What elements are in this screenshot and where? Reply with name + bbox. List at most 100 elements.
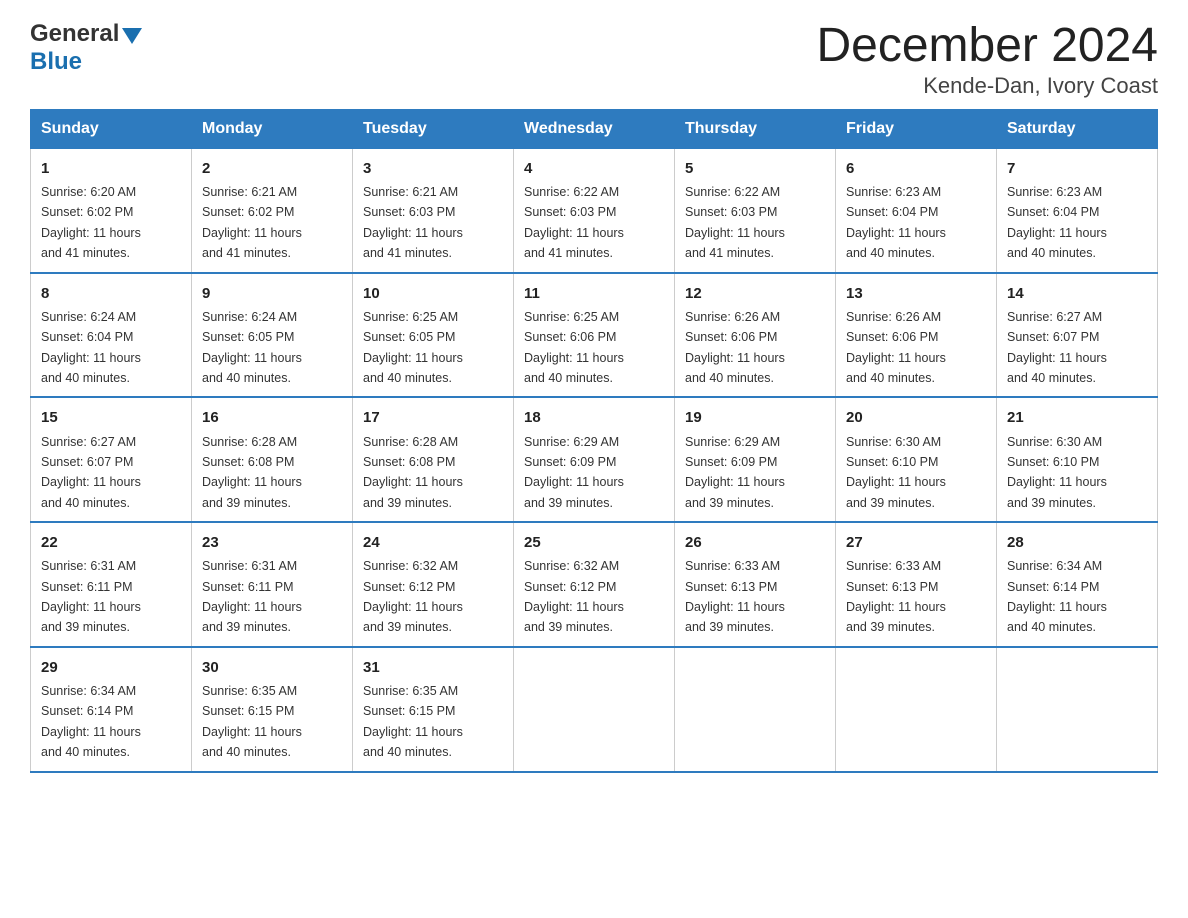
day-info: Sunrise: 6:24 AMSunset: 6:04 PMDaylight:… bbox=[41, 310, 141, 385]
calendar-cell: 13 Sunrise: 6:26 AMSunset: 6:06 PMDaylig… bbox=[836, 273, 997, 398]
day-number: 19 bbox=[685, 406, 825, 429]
day-info: Sunrise: 6:35 AMSunset: 6:15 PMDaylight:… bbox=[202, 684, 302, 759]
day-info: Sunrise: 6:34 AMSunset: 6:14 PMDaylight:… bbox=[1007, 559, 1107, 634]
calendar-cell: 9 Sunrise: 6:24 AMSunset: 6:05 PMDayligh… bbox=[192, 273, 353, 398]
day-number: 3 bbox=[363, 157, 503, 180]
calendar-cell: 1 Sunrise: 6:20 AMSunset: 6:02 PMDayligh… bbox=[31, 148, 192, 272]
calendar-week-row: 15 Sunrise: 6:27 AMSunset: 6:07 PMDaylig… bbox=[31, 397, 1158, 522]
day-number: 14 bbox=[1007, 282, 1147, 305]
day-info: Sunrise: 6:34 AMSunset: 6:14 PMDaylight:… bbox=[41, 684, 141, 759]
day-number: 12 bbox=[685, 282, 825, 305]
day-number: 15 bbox=[41, 406, 181, 429]
calendar-cell: 24 Sunrise: 6:32 AMSunset: 6:12 PMDaylig… bbox=[353, 522, 514, 647]
day-number: 11 bbox=[524, 282, 664, 305]
calendar-cell: 2 Sunrise: 6:21 AMSunset: 6:02 PMDayligh… bbox=[192, 148, 353, 272]
day-number: 18 bbox=[524, 406, 664, 429]
day-number: 5 bbox=[685, 157, 825, 180]
logo-blue-text: Blue bbox=[30, 48, 82, 75]
day-info: Sunrise: 6:32 AMSunset: 6:12 PMDaylight:… bbox=[363, 559, 463, 634]
calendar-cell: 27 Sunrise: 6:33 AMSunset: 6:13 PMDaylig… bbox=[836, 522, 997, 647]
calendar-cell: 3 Sunrise: 6:21 AMSunset: 6:03 PMDayligh… bbox=[353, 148, 514, 272]
day-number: 6 bbox=[846, 157, 986, 180]
day-number: 29 bbox=[41, 656, 181, 679]
day-number: 9 bbox=[202, 282, 342, 305]
day-info: Sunrise: 6:28 AMSunset: 6:08 PMDaylight:… bbox=[363, 435, 463, 510]
calendar-week-row: 29 Sunrise: 6:34 AMSunset: 6:14 PMDaylig… bbox=[31, 647, 1158, 772]
day-number: 30 bbox=[202, 656, 342, 679]
day-number: 2 bbox=[202, 157, 342, 180]
logo: General Blue bbox=[30, 20, 142, 76]
day-info: Sunrise: 6:27 AMSunset: 6:07 PMDaylight:… bbox=[1007, 310, 1107, 385]
page-subtitle: Kende-Dan, Ivory Coast bbox=[816, 73, 1158, 99]
calendar-table: SundayMondayTuesdayWednesdayThursdayFrid… bbox=[30, 109, 1158, 773]
day-info: Sunrise: 6:30 AMSunset: 6:10 PMDaylight:… bbox=[846, 435, 946, 510]
calendar-cell: 19 Sunrise: 6:29 AMSunset: 6:09 PMDaylig… bbox=[675, 397, 836, 522]
day-info: Sunrise: 6:26 AMSunset: 6:06 PMDaylight:… bbox=[685, 310, 785, 385]
calendar-week-row: 22 Sunrise: 6:31 AMSunset: 6:11 PMDaylig… bbox=[31, 522, 1158, 647]
calendar-cell: 8 Sunrise: 6:24 AMSunset: 6:04 PMDayligh… bbox=[31, 273, 192, 398]
day-info: Sunrise: 6:21 AMSunset: 6:02 PMDaylight:… bbox=[202, 185, 302, 260]
calendar-cell: 30 Sunrise: 6:35 AMSunset: 6:15 PMDaylig… bbox=[192, 647, 353, 772]
logo-general-text: General bbox=[30, 20, 119, 48]
day-info: Sunrise: 6:29 AMSunset: 6:09 PMDaylight:… bbox=[524, 435, 624, 510]
calendar-cell bbox=[514, 647, 675, 772]
calendar-cell: 18 Sunrise: 6:29 AMSunset: 6:09 PMDaylig… bbox=[514, 397, 675, 522]
calendar-cell: 26 Sunrise: 6:33 AMSunset: 6:13 PMDaylig… bbox=[675, 522, 836, 647]
calendar-cell: 12 Sunrise: 6:26 AMSunset: 6:06 PMDaylig… bbox=[675, 273, 836, 398]
calendar-cell: 25 Sunrise: 6:32 AMSunset: 6:12 PMDaylig… bbox=[514, 522, 675, 647]
calendar-cell bbox=[997, 647, 1158, 772]
day-info: Sunrise: 6:31 AMSunset: 6:11 PMDaylight:… bbox=[202, 559, 302, 634]
logo-triangle-icon bbox=[122, 28, 142, 44]
day-info: Sunrise: 6:33 AMSunset: 6:13 PMDaylight:… bbox=[846, 559, 946, 634]
day-number: 20 bbox=[846, 406, 986, 429]
calendar-cell: 17 Sunrise: 6:28 AMSunset: 6:08 PMDaylig… bbox=[353, 397, 514, 522]
day-info: Sunrise: 6:22 AMSunset: 6:03 PMDaylight:… bbox=[685, 185, 785, 260]
calendar-cell: 23 Sunrise: 6:31 AMSunset: 6:11 PMDaylig… bbox=[192, 522, 353, 647]
page-title: December 2024 bbox=[816, 20, 1158, 73]
calendar-cell: 21 Sunrise: 6:30 AMSunset: 6:10 PMDaylig… bbox=[997, 397, 1158, 522]
day-info: Sunrise: 6:33 AMSunset: 6:13 PMDaylight:… bbox=[685, 559, 785, 634]
page-header: General Blue December 2024 Kende-Dan, Iv… bbox=[30, 20, 1158, 99]
day-number: 31 bbox=[363, 656, 503, 679]
day-number: 17 bbox=[363, 406, 503, 429]
calendar-day-header-monday: Monday bbox=[192, 109, 353, 148]
title-block: December 2024 Kende-Dan, Ivory Coast bbox=[816, 20, 1158, 99]
day-number: 7 bbox=[1007, 157, 1147, 180]
day-info: Sunrise: 6:26 AMSunset: 6:06 PMDaylight:… bbox=[846, 310, 946, 385]
calendar-day-header-saturday: Saturday bbox=[997, 109, 1158, 148]
day-number: 26 bbox=[685, 531, 825, 554]
day-number: 10 bbox=[363, 282, 503, 305]
day-info: Sunrise: 6:35 AMSunset: 6:15 PMDaylight:… bbox=[363, 684, 463, 759]
day-number: 22 bbox=[41, 531, 181, 554]
day-number: 13 bbox=[846, 282, 986, 305]
day-info: Sunrise: 6:25 AMSunset: 6:05 PMDaylight:… bbox=[363, 310, 463, 385]
calendar-cell: 31 Sunrise: 6:35 AMSunset: 6:15 PMDaylig… bbox=[353, 647, 514, 772]
calendar-week-row: 1 Sunrise: 6:20 AMSunset: 6:02 PMDayligh… bbox=[31, 148, 1158, 272]
day-number: 28 bbox=[1007, 531, 1147, 554]
calendar-day-header-friday: Friday bbox=[836, 109, 997, 148]
calendar-cell: 10 Sunrise: 6:25 AMSunset: 6:05 PMDaylig… bbox=[353, 273, 514, 398]
calendar-cell: 28 Sunrise: 6:34 AMSunset: 6:14 PMDaylig… bbox=[997, 522, 1158, 647]
day-number: 8 bbox=[41, 282, 181, 305]
calendar-cell bbox=[836, 647, 997, 772]
calendar-cell: 16 Sunrise: 6:28 AMSunset: 6:08 PMDaylig… bbox=[192, 397, 353, 522]
day-number: 23 bbox=[202, 531, 342, 554]
day-info: Sunrise: 6:29 AMSunset: 6:09 PMDaylight:… bbox=[685, 435, 785, 510]
day-info: Sunrise: 6:23 AMSunset: 6:04 PMDaylight:… bbox=[846, 185, 946, 260]
day-info: Sunrise: 6:24 AMSunset: 6:05 PMDaylight:… bbox=[202, 310, 302, 385]
calendar-cell: 29 Sunrise: 6:34 AMSunset: 6:14 PMDaylig… bbox=[31, 647, 192, 772]
day-info: Sunrise: 6:22 AMSunset: 6:03 PMDaylight:… bbox=[524, 185, 624, 260]
day-info: Sunrise: 6:21 AMSunset: 6:03 PMDaylight:… bbox=[363, 185, 463, 260]
day-number: 27 bbox=[846, 531, 986, 554]
calendar-cell: 14 Sunrise: 6:27 AMSunset: 6:07 PMDaylig… bbox=[997, 273, 1158, 398]
day-info: Sunrise: 6:20 AMSunset: 6:02 PMDaylight:… bbox=[41, 185, 141, 260]
day-number: 24 bbox=[363, 531, 503, 554]
day-info: Sunrise: 6:30 AMSunset: 6:10 PMDaylight:… bbox=[1007, 435, 1107, 510]
day-number: 4 bbox=[524, 157, 664, 180]
day-info: Sunrise: 6:28 AMSunset: 6:08 PMDaylight:… bbox=[202, 435, 302, 510]
day-number: 21 bbox=[1007, 406, 1147, 429]
calendar-day-header-tuesday: Tuesday bbox=[353, 109, 514, 148]
calendar-cell bbox=[675, 647, 836, 772]
day-info: Sunrise: 6:32 AMSunset: 6:12 PMDaylight:… bbox=[524, 559, 624, 634]
calendar-day-header-thursday: Thursday bbox=[675, 109, 836, 148]
